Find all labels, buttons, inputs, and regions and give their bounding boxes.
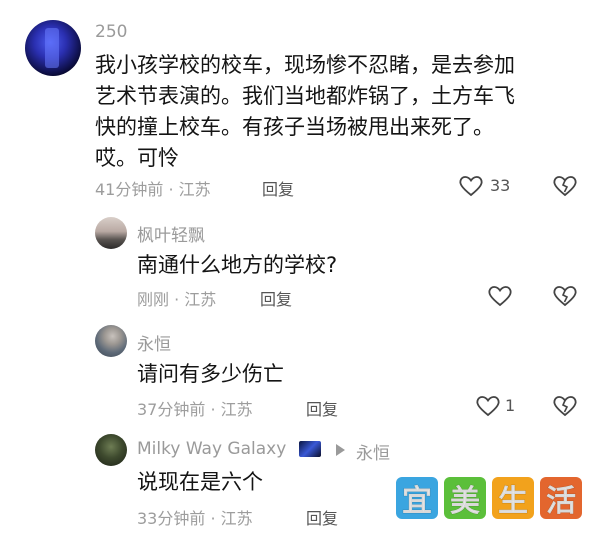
- comment-time-location: 41分钟前 · 江苏: [95, 180, 211, 199]
- heart-outline-icon[interactable]: [475, 394, 501, 418]
- watermark-logo: 宜 美 生 活: [396, 477, 582, 520]
- avatar[interactable]: [25, 20, 81, 76]
- avatar[interactable]: [95, 325, 127, 357]
- comment-text-line: 哎。可怜: [95, 146, 179, 170]
- avatar[interactable]: [95, 217, 127, 249]
- watermark-char: 生: [492, 477, 534, 520]
- watermark-char: 活: [540, 477, 582, 520]
- comment-text-line: 快的撞上校车。有孩子当场被甩出来死了。: [95, 115, 494, 139]
- broken-heart-icon[interactable]: [552, 284, 578, 308]
- reply-button[interactable]: 回复: [260, 286, 292, 310]
- reply-button[interactable]: 回复: [262, 176, 294, 200]
- heart-outline-icon[interactable]: [487, 284, 513, 308]
- broken-heart-icon[interactable]: [552, 174, 578, 198]
- like-count: 33: [490, 176, 511, 195]
- galaxy-emoji-icon: [299, 441, 321, 457]
- heart-outline-icon[interactable]: [458, 174, 484, 198]
- comment-text-line: 我小孩学校的校车，现场惨不忍睹，是去参加: [95, 53, 515, 77]
- comment-text: 请问有多少伤亡: [137, 362, 284, 386]
- watermark-char: 宜: [396, 477, 438, 520]
- comment-text: 南通什么地方的学校?: [137, 253, 338, 277]
- comment-username[interactable]: Milky Way Galaxy: [137, 439, 286, 459]
- comment-time-location: 33分钟前 · 江苏: [137, 509, 253, 528]
- reply-button[interactable]: 回复: [306, 396, 338, 420]
- avatar[interactable]: [95, 434, 127, 466]
- like-count: 1: [505, 396, 516, 415]
- avatar-figure: [45, 28, 59, 68]
- broken-heart-icon[interactable]: [552, 394, 578, 418]
- comment-text: 说现在是六个: [137, 470, 263, 494]
- comment-text-line: 艺术节表演的。我们当地都炸锅了，土方车飞: [95, 84, 515, 108]
- reply-button[interactable]: 回复: [306, 505, 338, 529]
- comment-username[interactable]: 250: [95, 22, 127, 42]
- reply-to-username[interactable]: 永恒: [356, 439, 390, 464]
- comment-time-location: 刚刚 · 江苏: [137, 290, 217, 309]
- triangle-right-icon: [336, 444, 345, 456]
- watermark-char: 美: [444, 477, 486, 520]
- comment-username[interactable]: 枫叶轻飘: [137, 221, 205, 246]
- comment-time-location: 37分钟前 · 江苏: [137, 400, 253, 419]
- comment-username[interactable]: 永恒: [137, 330, 171, 355]
